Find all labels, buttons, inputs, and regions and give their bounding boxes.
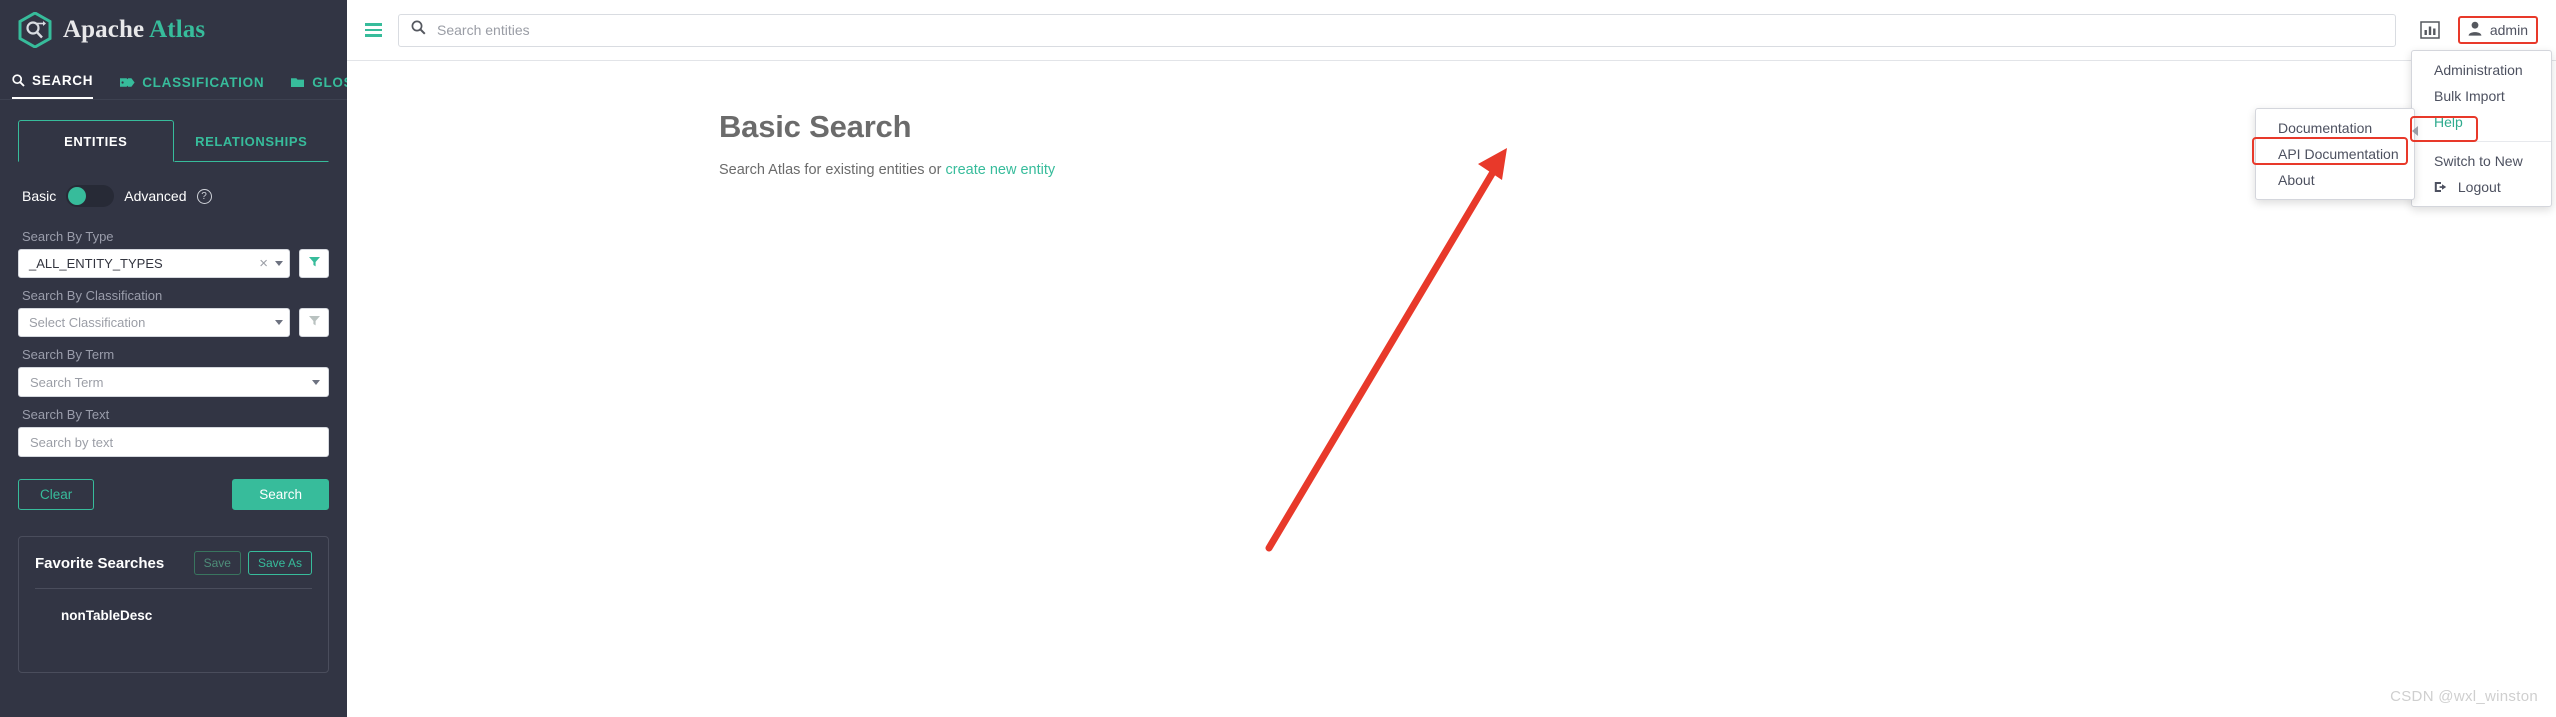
brand-word-2: Atlas xyxy=(149,16,206,43)
classification-filter-button[interactable] xyxy=(299,308,329,337)
page-subtitle-text: Search Atlas for existing entities or xyxy=(719,162,946,178)
help-submenu: Documentation API Documentation About xyxy=(2255,108,2415,200)
search-button[interactable]: Search xyxy=(232,479,329,510)
subtab-relationships[interactable]: RELATIONSHIPS xyxy=(173,120,329,162)
brand-logo-area[interactable]: Apache Atlas xyxy=(0,0,347,60)
search-by-term-placeholder: Search Term xyxy=(30,374,104,390)
search-by-classification-label: Search By Classification xyxy=(22,288,163,303)
funnel-icon xyxy=(308,255,321,273)
menu-divider xyxy=(2412,141,2551,142)
search-by-text-input[interactable]: Search by text xyxy=(18,427,329,457)
search-by-text-label: Search By Text xyxy=(22,407,110,422)
subtab-entities[interactable]: ENTITIES xyxy=(18,120,174,162)
save-button[interactable]: Save xyxy=(193,551,241,575)
logout-icon xyxy=(2434,179,2451,195)
type-filter-button[interactable] xyxy=(299,249,329,278)
toggle-advanced-label: Advanced xyxy=(124,188,187,204)
basic-advanced-toggle-row: Basic Advanced ? xyxy=(22,185,329,207)
book-icon xyxy=(290,76,305,89)
page-content: Basic Search Search Atlas for existing e… xyxy=(347,61,2556,178)
sidebar: Apache Atlas SEARCH CLASSIFICATION ENTIT… xyxy=(0,0,392,717)
menu-item-logout-label: Logout xyxy=(2457,179,2501,195)
menu-item-api-documentation[interactable]: API Documentation xyxy=(2256,141,2414,167)
menu-item-logout[interactable]: Logout xyxy=(2412,174,2551,200)
field-search-by-type: Search By Type _ALL_ENTITY_TYPES × xyxy=(18,229,329,278)
nav-tab-search-label: SEARCH xyxy=(32,73,94,88)
user-dropdown-menu: Administration Bulk Import Help Switch t… xyxy=(2411,50,2552,207)
search-by-term-label: Search By Term xyxy=(22,347,115,362)
brand-word-1: Apache xyxy=(63,16,145,43)
user-menu-button[interactable]: admin xyxy=(2457,16,2538,44)
nav-tab-classification-label: CLASSIFICATION xyxy=(142,75,265,90)
search-by-type-label: Search By Type xyxy=(22,229,114,244)
search-icon xyxy=(12,74,25,87)
search-form: Basic Advanced ? Search By Type _ALL_ENT… xyxy=(0,185,347,510)
help-circle-icon[interactable]: ? xyxy=(196,188,212,204)
favorite-searches-title: Favorite Searches xyxy=(35,554,165,572)
toggle-basic-label: Basic xyxy=(22,188,57,204)
tag-icon xyxy=(119,76,135,89)
brand-title: Apache Atlas xyxy=(63,16,205,44)
menu-item-bulk-import[interactable]: Bulk Import xyxy=(2412,83,2551,109)
atlas-logo-icon xyxy=(18,11,52,49)
chevron-down-icon[interactable] xyxy=(312,379,320,385)
form-buttons: Clear Search xyxy=(18,479,329,510)
global-search-placeholder: Search entities xyxy=(437,22,530,38)
chevron-down-icon[interactable] xyxy=(275,261,283,266)
basic-advanced-switch[interactable] xyxy=(66,185,115,207)
primary-nav: SEARCH CLASSIFICATION GL xyxy=(0,60,392,100)
search-by-text-placeholder: Search by text xyxy=(30,434,114,450)
subtab-entities-label: ENTITIES xyxy=(64,134,128,149)
search-by-type-select[interactable]: _ALL_ENTITY_TYPES × xyxy=(18,249,290,278)
menu-item-help[interactable]: Help xyxy=(2412,109,2551,135)
nav-tab-search[interactable]: SEARCH xyxy=(12,73,94,99)
watermark: CSDN @wxl_winston xyxy=(2390,688,2538,705)
favorite-searches-panel: Favorite Searches Save Save As nonTableD… xyxy=(18,536,329,673)
bar-chart-icon[interactable] xyxy=(2420,21,2440,39)
field-search-by-classification: Search By Classification Select Classifi… xyxy=(18,288,329,337)
clear-type-icon[interactable]: × xyxy=(259,255,268,272)
topbar-right: admin xyxy=(2420,16,2538,44)
subtab-relationships-label: RELATIONSHIPS xyxy=(195,134,308,149)
funnel-icon xyxy=(308,314,321,332)
create-new-entity-link[interactable]: create new entity xyxy=(945,162,1055,178)
user-label: admin xyxy=(2489,22,2528,38)
favorite-search-item[interactable]: nonTableDesc xyxy=(35,589,312,623)
main-area: Search entities admin Basic Search Searc… xyxy=(347,0,2556,717)
menu-item-documentation[interactable]: Documentation xyxy=(2256,115,2414,141)
menu-item-switch-to-new[interactable]: Switch to New xyxy=(2412,148,2551,174)
search-by-classification-select[interactable]: Select Classification xyxy=(18,308,290,337)
nav-tab-classification[interactable]: CLASSIFICATION xyxy=(119,75,264,99)
clear-button[interactable]: Clear xyxy=(18,479,95,510)
chevron-down-icon[interactable] xyxy=(275,320,283,325)
menu-item-about[interactable]: About xyxy=(2256,167,2414,193)
topbar: Search entities admin xyxy=(347,0,2556,61)
app-root: Apache Atlas SEARCH CLASSIFICATION ENTIT… xyxy=(0,0,2556,717)
search-by-term-select[interactable]: Search Term xyxy=(18,367,329,397)
user-icon xyxy=(2468,21,2482,39)
save-as-button[interactable]: Save As xyxy=(247,551,312,575)
search-by-classification-placeholder: Select Classification xyxy=(29,315,146,330)
search-by-type-value: _ALL_ENTITY_TYPES xyxy=(29,256,163,271)
submenu-caret-icon xyxy=(2412,126,2418,136)
global-search-input[interactable]: Search entities xyxy=(398,13,2396,47)
hamburger-icon[interactable] xyxy=(365,23,382,37)
search-subtabs: ENTITIES RELATIONSHIPS xyxy=(0,120,347,162)
search-icon xyxy=(411,20,426,40)
field-search-by-term: Search By Term Search Term xyxy=(18,347,329,397)
menu-item-administration[interactable]: Administration xyxy=(2412,57,2551,83)
field-search-by-text: Search By Text Search by text xyxy=(18,407,329,457)
